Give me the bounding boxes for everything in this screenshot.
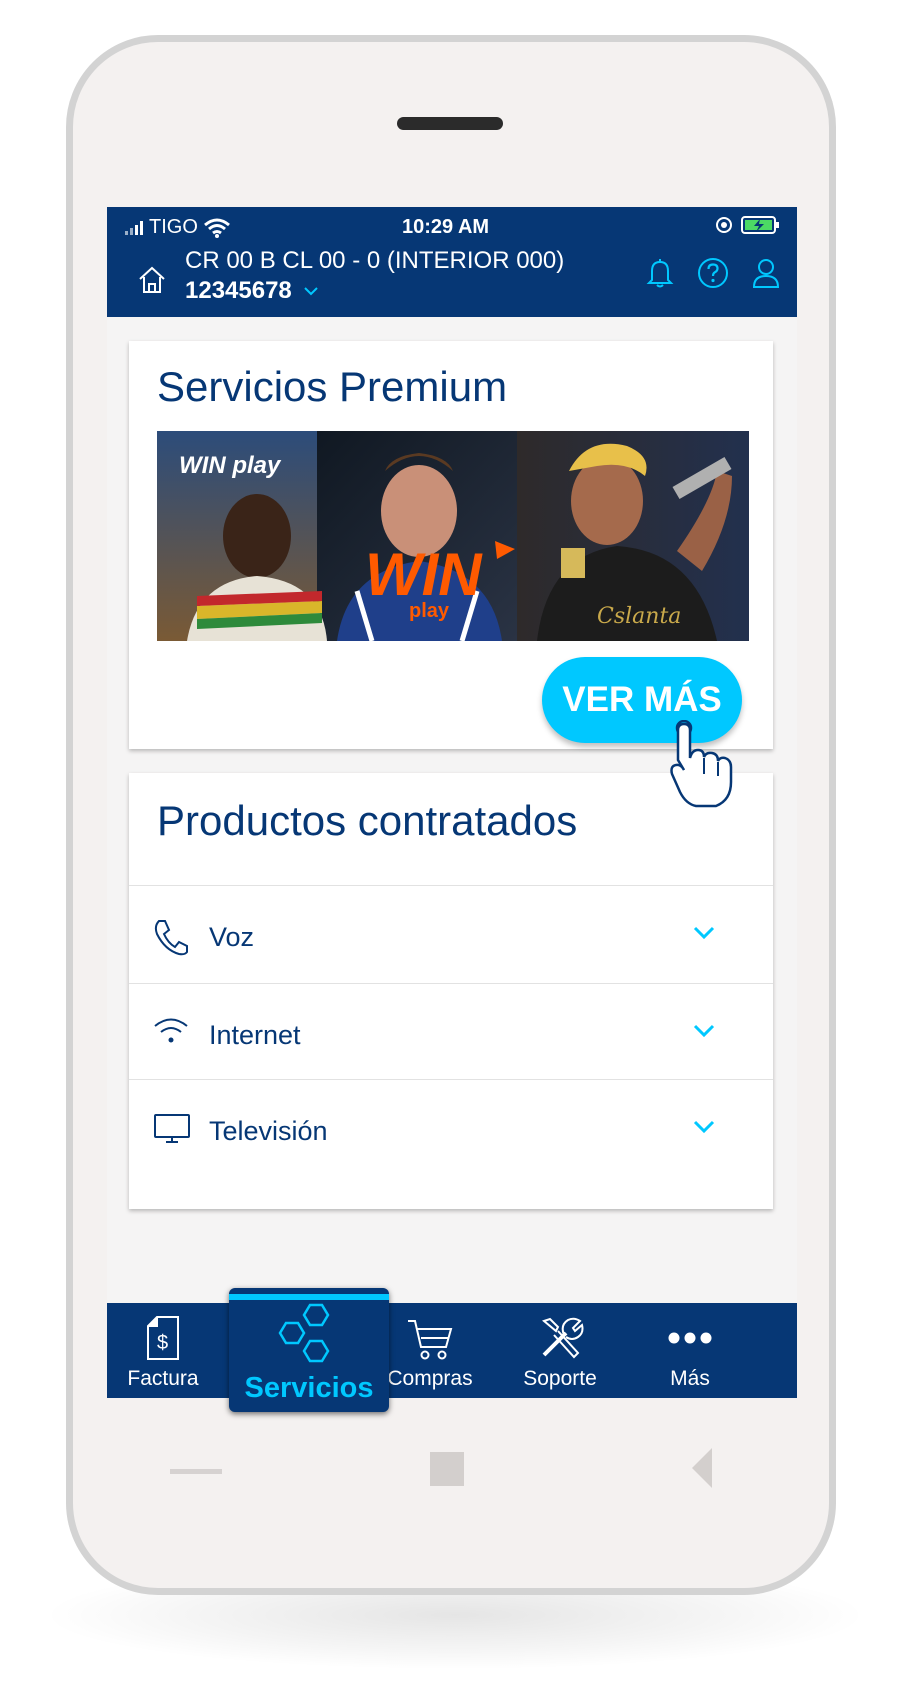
account-selector[interactable]: 12345678 — [185, 277, 318, 305]
user-icon[interactable] — [751, 257, 781, 289]
winplay-small-logo: WIN play — [179, 452, 282, 479]
svg-text:$: $ — [157, 1332, 168, 1354]
signal-icon — [125, 220, 143, 235]
chevron-down-icon — [304, 287, 318, 296]
invoice-icon: $ — [147, 1316, 179, 1360]
cart-icon — [408, 1320, 453, 1360]
nav-label: Factura — [127, 1367, 199, 1390]
account-number: 12345678 — [185, 277, 292, 304]
nav-label: Más — [670, 1367, 710, 1390]
header-actions — [645, 257, 781, 289]
status-icons — [715, 215, 781, 235]
app-header: TIGO 10:29 AM CR 00 B CL 00 - 0 (INTERIO… — [107, 207, 797, 317]
home-key[interactable] — [430, 1452, 464, 1486]
tv-icon — [154, 1114, 190, 1143]
premium-services-card: Servicios Premium Cslanta WIN play WIN p… — [129, 341, 773, 749]
carrier-name: TIGO — [149, 216, 198, 238]
wifi-status-icon — [203, 218, 230, 238]
contracted-products-title: Productos contratados — [157, 797, 578, 844]
svg-text:Cslanta: Cslanta — [597, 604, 681, 629]
product-label: Televisión — [209, 1116, 328, 1146]
banner-artwork: Cslanta WIN play WIN play — [157, 431, 749, 641]
help-icon[interactable] — [697, 257, 729, 289]
chevron-down-icon[interactable] — [693, 1024, 715, 1038]
premium-services-title: Servicios Premium — [157, 363, 508, 410]
winplay-logo-sub: play — [409, 600, 450, 622]
chevron-down-icon[interactable] — [693, 926, 715, 940]
hand-pointer-icon — [670, 720, 733, 808]
recents-key[interactable] — [170, 1469, 222, 1474]
tools-icon — [541, 1317, 584, 1359]
nav-mas[interactable]: Más — [625, 1303, 755, 1398]
contracted-products-card: Productos contratados Voz Internet Telev… — [129, 773, 773, 1209]
product-label: Voz — [209, 922, 255, 952]
phone-icon — [154, 920, 188, 956]
chevron-down-icon[interactable] — [693, 1120, 715, 1134]
home-icon[interactable] — [137, 265, 167, 295]
nav-label: Soporte — [523, 1367, 597, 1390]
back-key-icon[interactable] — [690, 1446, 714, 1490]
wifi-icon — [154, 1018, 188, 1043]
hexagons-icon — [278, 1303, 330, 1363]
nav-factura[interactable]: $ Factura — [107, 1303, 219, 1398]
bell-icon[interactable] — [645, 257, 675, 289]
clock: 10:29 AM — [402, 216, 490, 238]
more-dots-icon — [668, 1332, 712, 1344]
winplay-banner[interactable]: Cslanta WIN play WIN play — [157, 431, 749, 641]
nav-servicios[interactable]: Servicios — [229, 1288, 389, 1412]
product-row-television[interactable]: Televisión — [129, 1079, 773, 1184]
carrier-indicator: TIGO — [125, 216, 230, 239]
service-address: CR 00 B CL 00 - 0 (INTERIOR 000) — [185, 247, 565, 274]
nav-soporte[interactable]: Soporte — [495, 1303, 625, 1398]
product-row-voz[interactable]: Voz — [129, 885, 773, 990]
phone-speaker — [397, 117, 503, 130]
winplay-logo-main: WIN — [365, 541, 483, 608]
rotation-lock-icon — [716, 217, 732, 233]
nav-label: Servicios — [244, 1372, 374, 1404]
battery-icon — [741, 216, 779, 234]
product-row-internet[interactable]: Internet — [129, 983, 773, 1088]
bottom-nav: $ Factura Compras Soporte Más — [107, 1303, 797, 1398]
product-label: Internet — [209, 1020, 301, 1050]
active-indicator — [229, 1294, 389, 1300]
